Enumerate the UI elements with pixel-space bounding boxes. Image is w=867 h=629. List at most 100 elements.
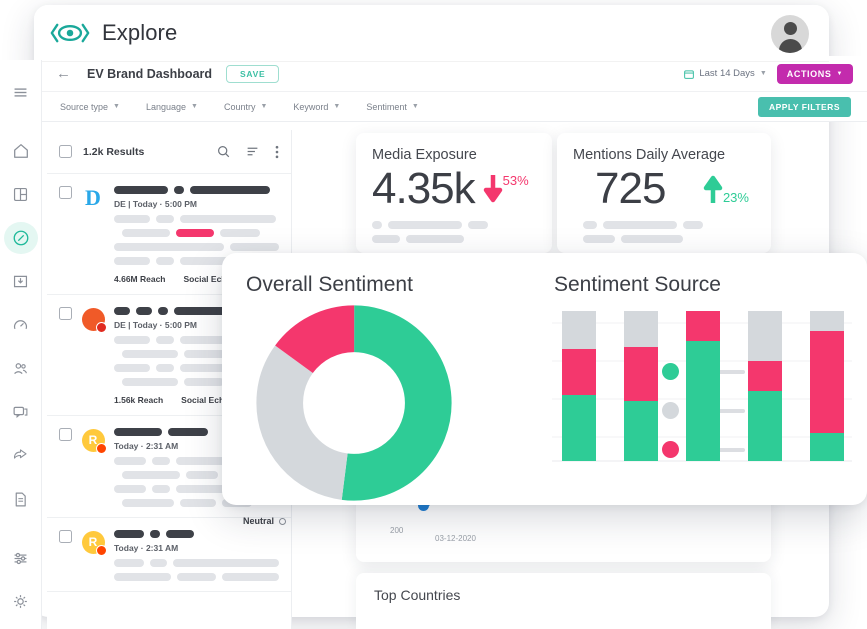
user-avatar-icon[interactable]: [771, 15, 809, 53]
list-item-body: Today · 2:31 AM: [114, 530, 280, 581]
filter-label: Keyword: [293, 101, 329, 112]
kpi-skeleton: [372, 221, 536, 243]
row-checkbox[interactable]: [59, 428, 72, 441]
filter-sentiment[interactable]: Sentiment ▼: [366, 102, 418, 112]
sidebar-item-settings[interactable]: [4, 585, 38, 618]
top-countries-title: Top Countries: [374, 587, 461, 603]
arrow-down-icon: [483, 175, 502, 203]
sliders-icon: [14, 552, 27, 564]
chat-icon: [13, 406, 28, 418]
kpi-card-mentions-daily-average: Mentions Daily Average 725 23%: [557, 133, 771, 253]
donut-chart: [256, 305, 452, 501]
filter-source-type[interactable]: Source type ▼: [60, 102, 120, 112]
compass-icon: [13, 230, 28, 246]
select-all-checkbox[interactable]: [59, 145, 72, 158]
legend-neutral-label: Neutral: [243, 516, 275, 526]
search-icon[interactable]: [217, 145, 230, 158]
app-topbar: Explore: [34, 5, 829, 61]
row-checkbox[interactable]: [59, 530, 72, 543]
date-range-label: Last 14 Days: [699, 68, 755, 79]
filter-label: Language: [145, 101, 187, 112]
kpi-value-row: 725 23%: [573, 167, 755, 211]
chevron-down-icon: ▼: [191, 103, 198, 110]
actions-button[interactable]: ACTIONS ▼: [776, 63, 853, 84]
home-icon: [13, 144, 28, 159]
sidebar-item-menu[interactable]: [4, 76, 38, 109]
sidebar-item-preferences[interactable]: [4, 542, 38, 575]
sidebar-item-share[interactable]: [4, 440, 38, 473]
reach-value: 4.66M Reach: [114, 274, 166, 284]
back-arrow-icon[interactable]: ←: [56, 65, 71, 82]
filter-country[interactable]: Country ▼: [224, 102, 267, 112]
date-range-picker[interactable]: Last 14 Days ▼: [684, 68, 767, 79]
share-arrow-icon: [13, 449, 27, 459]
actions-label: ACTIONS: [786, 68, 832, 79]
dashboard-icon: [13, 188, 28, 202]
sort-icon[interactable]: [246, 145, 259, 158]
kpi-delta: 23%: [703, 173, 749, 205]
kpi-title: Mentions Daily Average: [573, 147, 726, 163]
filter-bar: Source type ▼ Language ▼ Country ▼ Keywo…: [42, 92, 867, 122]
sentiment-overlay-card: Overall Sentiment Sentiment Source: [222, 253, 867, 505]
eye-logo-icon: [50, 22, 90, 44]
d-logo-icon: D: [85, 185, 101, 210]
filter-keyword[interactable]: Keyword ▼: [293, 102, 340, 112]
sidebar-item-messages[interactable]: [4, 396, 38, 429]
kpi-value: 725: [595, 164, 666, 213]
y-axis-tick: 200: [390, 526, 404, 535]
sidebar-item-explore[interactable]: [3, 221, 38, 255]
list-item-meta: Today · 2:31 AM: [114, 543, 179, 553]
chevron-down-icon: ▼: [113, 103, 120, 110]
dashboard-title: EV Brand Dashboard: [87, 66, 213, 81]
row-checkbox[interactable]: [59, 186, 72, 199]
apply-filters-button[interactable]: APPLY FILTERS: [757, 96, 851, 117]
gauge-icon: [13, 319, 28, 329]
filter-language[interactable]: Language ▼: [146, 102, 198, 112]
overall-sentiment-donut: [256, 305, 452, 505]
row-checkbox[interactable]: [59, 307, 72, 320]
bar-group-5[interactable]: [810, 311, 844, 461]
kebab-menu-icon[interactable]: [275, 145, 279, 159]
stacked-bar-chart: [552, 311, 852, 462]
inbox-download-icon: [13, 276, 28, 288]
bar-group-2[interactable]: [624, 311, 658, 461]
bar-group-4[interactable]: [748, 311, 782, 461]
arrow-up-icon: [703, 175, 723, 203]
sidebar-item-reports[interactable]: [4, 483, 38, 516]
sidebar-item-home[interactable]: [4, 135, 38, 168]
dashboard-header: ← EV Brand Dashboard SAVE Last 14 Days ▼…: [42, 56, 867, 92]
sidebar-item-inbox[interactable]: [4, 265, 38, 298]
reach-value: 1.56k Reach: [114, 395, 164, 405]
kpi-delta: 53%: [483, 173, 529, 205]
bar-group-3[interactable]: [686, 311, 720, 461]
legend-neutral[interactable]: Neutral: [243, 516, 287, 526]
kpi-title: Media Exposure: [372, 147, 477, 163]
chevron-down-icon: ▼: [333, 103, 341, 110]
sentiment-source-title: Sentiment Source: [554, 273, 721, 296]
donut-slice-negative[interactable]: [256, 305, 452, 501]
sentiment-source-bars: [552, 309, 852, 479]
sidebar-item-analytics[interactable]: [4, 309, 38, 342]
results-tools: [217, 145, 279, 159]
chevron-down-icon: ▼: [759, 70, 767, 77]
sidebar-item-dashboard[interactable]: [4, 178, 38, 211]
title-skeleton: [114, 530, 279, 538]
overall-sentiment-title: Overall Sentiment: [246, 273, 413, 296]
circle-icon: [279, 517, 287, 525]
list-item[interactable]: R Today · 2:31 AM: [47, 518, 291, 592]
sidebar-item-audience[interactable]: [4, 353, 38, 386]
save-button[interactable]: SAVE: [226, 64, 280, 83]
kpi-skeleton: [573, 221, 755, 243]
reddit-profile-icon: R: [81, 428, 107, 454]
kpi-value-row: 4.35k 53%: [372, 167, 536, 211]
kpi-delta-value: 23%: [722, 190, 749, 205]
header-right-group: Last 14 Days ▼ ACTIONS ▼: [684, 63, 853, 84]
calendar-icon: [684, 69, 695, 79]
bar-group-1[interactable]: [562, 311, 596, 461]
kpi-delta-value: 53%: [502, 173, 529, 188]
top-countries-card: Top Countries: [356, 573, 771, 629]
results-count: 1.2k Results: [83, 145, 145, 158]
reddit-profile-icon: R: [81, 530, 107, 556]
chevron-down-icon: ▼: [836, 70, 843, 77]
screenshot-stage: ← EV Brand Dashboard SAVE Last 14 Days ▼…: [0, 0, 867, 629]
